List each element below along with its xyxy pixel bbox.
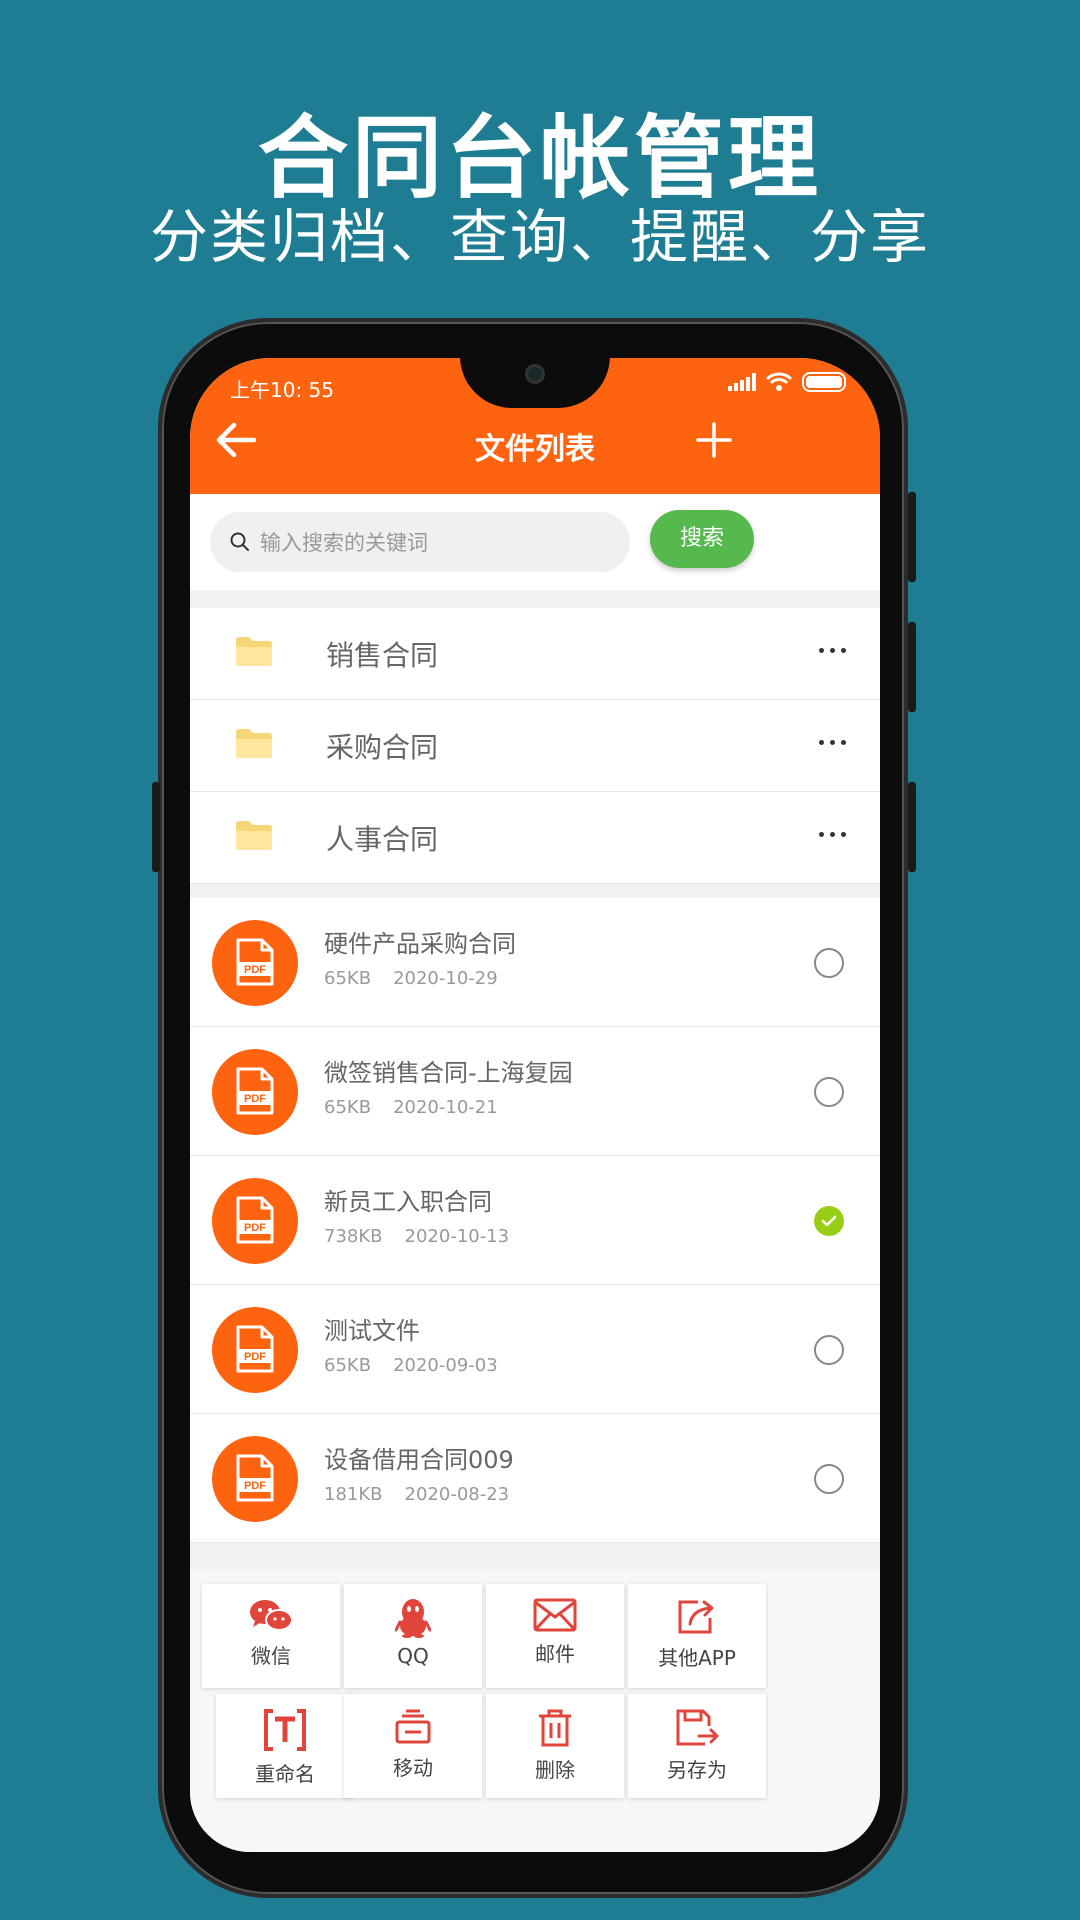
action-label: 重命名: [255, 1762, 315, 1786]
svg-text:PDF: PDF: [244, 1351, 266, 1363]
file-size: 738KB: [324, 1226, 383, 1247]
folder-icon: [236, 821, 272, 850]
svg-text:PDF: PDF: [244, 1480, 266, 1492]
mail-icon: [486, 1584, 624, 1636]
action-label: 邮件: [535, 1642, 575, 1666]
plus-icon[interactable]: [696, 422, 732, 458]
file-date: 2020-10-29: [393, 968, 498, 989]
pdf-icon: PDF: [212, 1307, 298, 1393]
file-save-as-button[interactable]: 另存为: [628, 1694, 766, 1798]
action-label: 移动: [393, 1756, 433, 1780]
pdf-icon: PDF: [212, 1049, 298, 1135]
file-size: 65KB: [324, 1355, 372, 1376]
share-mail-button[interactable]: 邮件: [486, 1584, 624, 1688]
file-date: 2020-08-23: [404, 1484, 510, 1505]
file-row[interactable]: PDF 新员工入职合同 738KB 2020-10-13: [190, 1156, 880, 1285]
share-icon: [628, 1584, 766, 1640]
action-label: 其他APP: [658, 1646, 736, 1670]
file-name: 微签销售合同-上海复园: [324, 1059, 573, 1087]
phone-button: [908, 622, 916, 712]
phone-button: [152, 782, 160, 872]
file-list: PDF 硬件产品采购合同 65KB 2020-10-29 PDF 微签销售合同-上…: [190, 898, 880, 1543]
file-date: 2020-09-03: [393, 1355, 498, 1376]
wifi-icon: [766, 372, 792, 391]
svg-text:PDF: PDF: [244, 964, 266, 976]
share-qq-button[interactable]: QQ: [344, 1584, 482, 1688]
select-checkbox[interactable]: [814, 1077, 844, 1107]
status-icons: [728, 372, 846, 392]
save-as-icon: [628, 1694, 766, 1752]
select-checkbox[interactable]: [814, 948, 844, 978]
file-trash-button[interactable]: 删除: [486, 1694, 624, 1798]
checked-checkbox[interactable]: [814, 1206, 844, 1236]
search-button[interactable]: 搜索: [650, 510, 754, 568]
status-time: 上午10: 55: [230, 378, 334, 402]
trash-icon: [486, 1694, 624, 1752]
pdf-icon: PDF: [212, 1436, 298, 1522]
file-rename-button[interactable]: 重命名: [216, 1694, 354, 1798]
action-panel: 微信 QQ 邮件 其他APP 重命名 移动 删除 另存为: [190, 1570, 880, 1852]
action-label: 删除: [535, 1758, 575, 1782]
file-meta: 65KB 2020-10-29: [324, 968, 520, 989]
folder-label: 销售合同: [326, 638, 439, 672]
file-date: 2020-10-13: [404, 1226, 510, 1247]
phone-screen: 上午10: 55 文件列表 输入搜索的关键词 搜索 销售合同 采购合同 人事合同…: [190, 358, 880, 1852]
search-input[interactable]: 输入搜索的关键词: [210, 512, 630, 572]
battery-icon: [802, 372, 846, 392]
more-icon[interactable]: [819, 740, 846, 745]
folder-list: 销售合同 采购合同 人事合同: [190, 608, 880, 884]
file-row[interactable]: PDF 测试文件 65KB 2020-09-03: [190, 1285, 880, 1414]
action-label: 微信: [251, 1644, 291, 1668]
file-name: 测试文件: [324, 1317, 420, 1345]
share-wechat-button[interactable]: 微信: [202, 1584, 340, 1688]
pdf-icon: PDF: [212, 920, 298, 1006]
folder-row[interactable]: 销售合同: [190, 608, 880, 700]
more-icon[interactable]: [819, 832, 846, 837]
select-checkbox[interactable]: [814, 1335, 844, 1365]
folder-icon: [236, 729, 272, 758]
qq-icon: [344, 1584, 482, 1642]
file-name: 新员工入职合同: [324, 1188, 492, 1216]
file-meta: 65KB 2020-10-21: [324, 1097, 520, 1118]
action-label: QQ: [397, 1644, 429, 1668]
search-placeholder: 输入搜索的关键词: [260, 531, 428, 555]
file-meta: 65KB 2020-09-03: [324, 1355, 520, 1376]
file-date: 2020-10-21: [393, 1097, 498, 1118]
action-label: 另存为: [667, 1758, 727, 1782]
svg-text:PDF: PDF: [244, 1222, 266, 1234]
move-icon: [344, 1694, 482, 1750]
folder-label: 采购合同: [326, 730, 439, 764]
folder-icon: [236, 637, 272, 666]
file-row[interactable]: PDF 微签销售合同-上海复园 65KB 2020-10-21: [190, 1027, 880, 1156]
file-size: 181KB: [324, 1484, 383, 1505]
search-bar: 输入搜索的关键词 搜索: [190, 494, 880, 590]
file-row[interactable]: PDF 硬件产品采购合同 65KB 2020-10-29: [190, 898, 880, 1027]
wechat-icon: [202, 1584, 340, 1638]
folder-row[interactable]: 采购合同: [190, 700, 880, 792]
file-size: 65KB: [324, 1097, 372, 1118]
phone-button: [908, 782, 916, 872]
select-checkbox[interactable]: [814, 1464, 844, 1494]
folder-label: 人事合同: [326, 822, 439, 856]
svg-text:PDF: PDF: [244, 1093, 266, 1105]
signal-icon: [728, 373, 756, 391]
phone-button: [908, 492, 916, 582]
pdf-icon: PDF: [212, 1178, 298, 1264]
file-size: 65KB: [324, 968, 372, 989]
share-share-button[interactable]: 其他APP: [628, 1584, 766, 1688]
page-title: 文件列表: [475, 432, 595, 467]
file-name: 设备借用合同009: [324, 1446, 514, 1474]
rename-icon: [216, 1694, 354, 1756]
phone-frame: 上午10: 55 文件列表 输入搜索的关键词 搜索 销售合同 采购合同 人事合同…: [152, 318, 916, 1898]
file-meta: 181KB 2020-08-23: [324, 1484, 531, 1505]
file-move-button[interactable]: 移动: [344, 1694, 482, 1798]
folder-row[interactable]: 人事合同: [190, 792, 880, 884]
file-row[interactable]: PDF 设备借用合同009 181KB 2020-08-23: [190, 1414, 880, 1543]
camera-icon: [525, 364, 545, 384]
search-icon: [230, 532, 249, 551]
more-icon[interactable]: [819, 648, 846, 653]
file-meta: 738KB 2020-10-13: [324, 1226, 531, 1247]
file-name: 硬件产品采购合同: [324, 930, 516, 958]
promo-subtitle: 分类归档、查询、提醒、分享: [149, 203, 930, 271]
